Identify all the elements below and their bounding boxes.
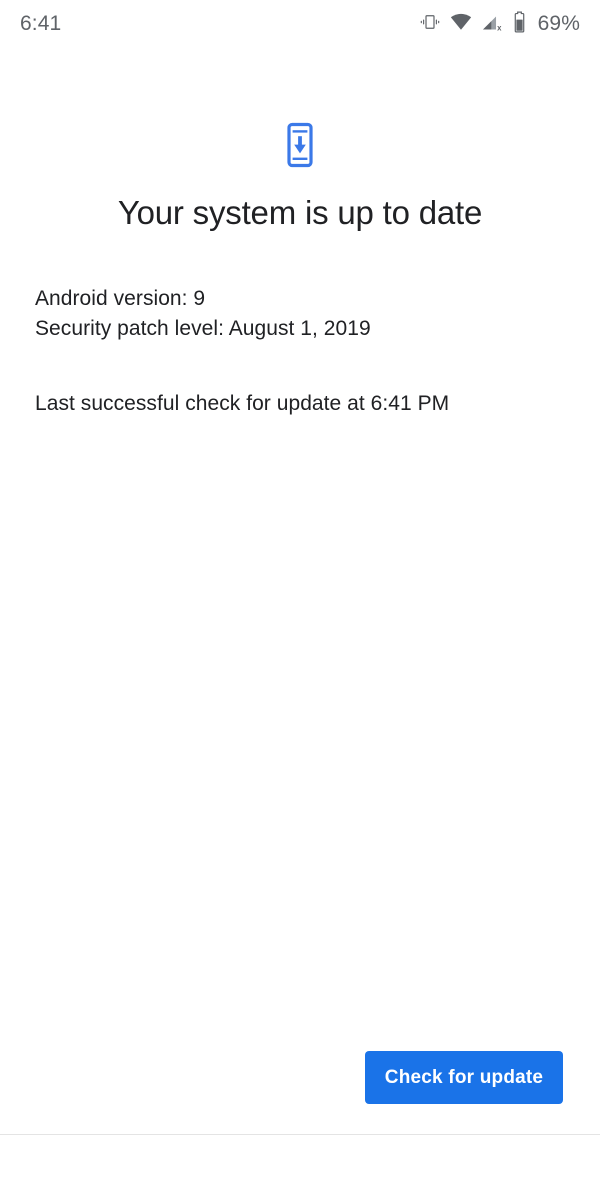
vibrate-icon xyxy=(419,11,441,38)
security-patch-line: Security patch level: August 1, 2019 xyxy=(35,317,371,340)
wifi-icon xyxy=(450,11,472,38)
check-for-update-button[interactable]: Check for update xyxy=(365,1051,563,1104)
system-update-icon xyxy=(278,122,322,173)
system-update-icon-container xyxy=(0,122,600,173)
android-system-update-screen: 6:41 x 69% Your system is up to date And… xyxy=(0,0,600,1200)
navigation-bar xyxy=(0,1135,600,1200)
system-info-block: Android version: 9 Security patch level:… xyxy=(35,284,565,344)
status-bar-icon-group: x 69% xyxy=(419,11,580,38)
battery-icon xyxy=(512,11,527,38)
status-bar-clock: 6:41 xyxy=(20,12,62,35)
last-check-line: Last successful check for update at 6:41… xyxy=(35,392,450,415)
svg-text:x: x xyxy=(497,23,502,32)
status-bar: 6:41 x 69% xyxy=(0,0,600,48)
cellular-no-sim-icon: x xyxy=(481,11,503,38)
android-version-line: Android version: 9 xyxy=(35,287,206,310)
battery-percent-label: 69% xyxy=(537,12,580,35)
page-title: Your system is up to date xyxy=(117,194,483,231)
